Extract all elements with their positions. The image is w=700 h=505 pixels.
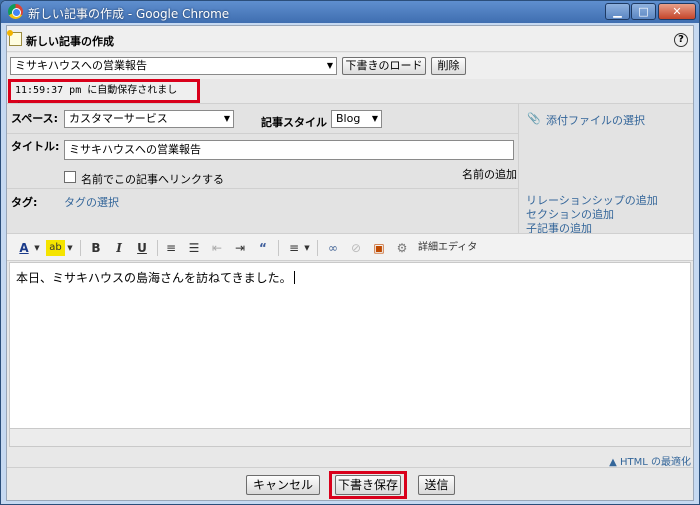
- space-select-value: カスタマーサービス: [69, 112, 168, 125]
- window-title: 新しい記事の作成 - Google Chrome: [28, 7, 230, 21]
- style-select-value: Blog: [336, 112, 361, 125]
- bullet-list-icon[interactable]: ☰: [186, 240, 202, 256]
- toolbar-separator: [157, 240, 158, 256]
- cancel-button[interactable]: キャンセル: [246, 475, 320, 495]
- chevron-down-icon[interactable]: ▼: [33, 240, 41, 256]
- chevron-down-icon: ▼: [371, 114, 378, 123]
- image-icon[interactable]: ▣: [371, 240, 387, 256]
- editor-content[interactable]: 本日、ミサキハウスの島海さんを訪ねてきました。: [16, 269, 295, 286]
- editor-text: 本日、ミサキハウスの島海さんを訪ねてきました。: [16, 271, 292, 285]
- tag-label: タグ:: [11, 196, 38, 209]
- help-icon[interactable]: ?: [674, 33, 688, 47]
- space-select[interactable]: カスタマーサービス ▼: [64, 110, 234, 128]
- maximize-button[interactable]: □: [631, 3, 656, 20]
- divider: [7, 467, 693, 468]
- new-article-dialog: 新しい記事の作成 ? ミサキハウスへの営業報告 ▼ 下書きのロード 削除 11:…: [6, 25, 694, 501]
- draft-select-value: ミサキハウスへの営業報告: [15, 59, 147, 72]
- browser-window: 新しい記事の作成 - Google Chrome ▁ □ ✕ 新しい記事の作成 …: [0, 0, 700, 505]
- dialog-footer: ▲ HTML の最適化 キャンセル 下書き保存 送信: [7, 447, 693, 500]
- new-article-icon: [7, 30, 22, 46]
- draft-select[interactable]: ミサキハウスへの営業報告 ▼: [10, 57, 337, 75]
- chevron-down-icon[interactable]: ▼: [66, 240, 74, 256]
- italic-icon[interactable]: I: [111, 240, 127, 256]
- delete-button[interactable]: 削除: [431, 57, 466, 75]
- paperclip-icon: 📎: [527, 112, 541, 125]
- toolbar-separator: [80, 240, 81, 256]
- close-button[interactable]: ✕: [658, 3, 696, 20]
- dialog-header: 新しい記事の作成 ?: [7, 26, 693, 52]
- align-icon[interactable]: ≡: [286, 240, 302, 256]
- style-label: 記事スタイル: [261, 116, 327, 129]
- outdent-icon[interactable]: ⇤: [209, 240, 225, 256]
- font-color-icon[interactable]: A: [16, 240, 32, 256]
- indent-icon[interactable]: ⇥: [232, 240, 248, 256]
- title-label: タイトル:: [11, 140, 60, 153]
- blockquote-icon[interactable]: “: [255, 240, 271, 256]
- style-select[interactable]: Blog ▼: [331, 110, 382, 128]
- ordered-list-icon[interactable]: ≡: [163, 240, 179, 256]
- name-add-label: 名前の追加: [462, 168, 517, 181]
- title-bar: 新しい記事の作成 - Google Chrome ▁ □ ✕: [1, 1, 699, 23]
- save-draft-button[interactable]: 下書き保存: [335, 475, 401, 495]
- underline-icon[interactable]: U: [134, 240, 150, 256]
- draft-toolbar: ミサキハウスへの営業報告 ▼ 下書きのロード 削除: [7, 53, 693, 79]
- detail-editor-button[interactable]: 詳細エディタ: [418, 240, 478, 256]
- tag-select-link[interactable]: タグの選択: [64, 194, 119, 210]
- chevron-down-icon: ▼: [326, 61, 333, 70]
- article-form: スペース: カスタマーサービス ▼ 記事スタイル Blog ▼ タイトル: ミサ…: [7, 103, 693, 235]
- text-caret: [293, 271, 295, 284]
- editor-status-bar: [9, 429, 691, 447]
- minimize-button[interactable]: ▁: [605, 3, 630, 20]
- link-by-name-label: 名前でこの記事へリンクする: [81, 173, 224, 186]
- send-button[interactable]: 送信: [418, 475, 455, 495]
- load-draft-button[interactable]: 下書きのロード: [342, 57, 426, 75]
- gear-icon[interactable]: ⚙: [394, 240, 410, 256]
- divider: [7, 133, 518, 134]
- related-panel: 📎 添付ファイルの選択 リレーションシップの追加 セクションの追加 子記事の追加: [518, 104, 693, 235]
- highlight-color-icon[interactable]: ab: [46, 240, 65, 256]
- attach-file-link[interactable]: 添付ファイルの選択: [546, 112, 645, 128]
- chevron-down-icon: ▼: [223, 114, 230, 123]
- chrome-logo-icon: [8, 4, 23, 19]
- unlink-icon[interactable]: ⊘: [348, 240, 364, 256]
- html-optimize-link[interactable]: ▲ HTML の最適化: [609, 453, 691, 468]
- dialog-title: 新しい記事の作成: [26, 35, 114, 48]
- title-input[interactable]: ミサキハウスへの営業報告: [64, 140, 514, 160]
- space-label: スペース:: [11, 112, 59, 125]
- toolbar-separator: [278, 240, 279, 256]
- editor-area[interactable]: 本日、ミサキハウスの島海さんを訪ねてきました。: [9, 262, 691, 429]
- divider: [7, 188, 518, 189]
- editor-toolbar: A ▼ ab ▼ B I U ≡ ☰ ⇤ ⇥ “ ≡ ▼ ∞ ⊘ ▣ ⚙ 詳細エ…: [7, 233, 693, 261]
- link-icon[interactable]: ∞: [325, 240, 341, 256]
- chevron-down-icon[interactable]: ▼: [303, 240, 311, 256]
- autosave-status: 11:59:37 pm に自動保存されました。: [8, 79, 200, 114]
- bold-icon[interactable]: B: [88, 240, 104, 256]
- link-by-name-checkbox[interactable]: [64, 171, 76, 183]
- toolbar-separator: [317, 240, 318, 256]
